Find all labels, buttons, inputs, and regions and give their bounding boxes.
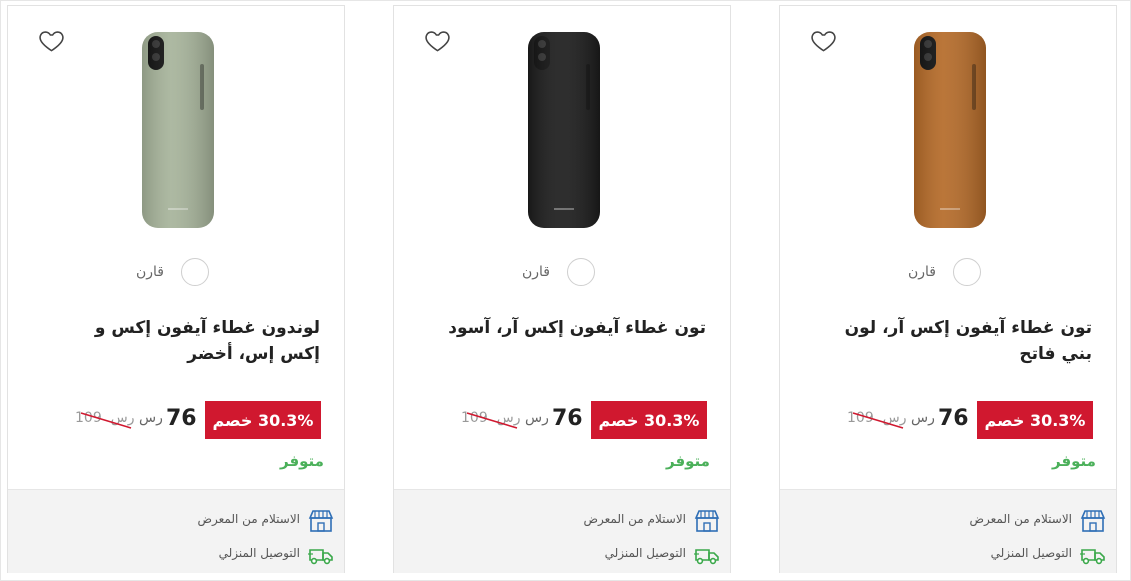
delivery-truck-icon	[1080, 542, 1106, 568]
wishlist-heart-icon[interactable]	[424, 27, 451, 54]
compare-toggle[interactable]: قارن	[394, 258, 730, 290]
store-icon	[1080, 508, 1106, 534]
phone-case-image	[914, 32, 986, 228]
product-price: 76	[552, 406, 583, 431]
product-card[interactable]: قارن تون غطاء آيفون إكس آر، آسود 30.3% خ…	[393, 5, 731, 573]
compare-checkbox[interactable]	[181, 258, 209, 286]
price-currency: رس	[139, 410, 163, 426]
product-image[interactable]	[118, 24, 238, 234]
product-title[interactable]: تون غطاء آيفون إكس آر، لون بني فاتح	[832, 315, 1092, 367]
phone-case-image	[528, 32, 600, 228]
price-currency: رس	[525, 410, 549, 426]
store-icon	[308, 508, 334, 534]
compare-checkbox[interactable]	[953, 258, 981, 286]
product-title[interactable]: تون غطاء آيفون إكس آر، آسود	[446, 315, 706, 341]
product-title[interactable]: لوندون غطاء آيفون إكس و إكس إس، أخضر	[60, 315, 320, 367]
availability-status: متوفر	[280, 452, 324, 470]
store-pickup-label: الاستلام من المعرض	[583, 512, 686, 526]
store-pickup-option: الاستلام من المعرض	[806, 508, 1106, 534]
compare-label: قارن	[136, 264, 164, 280]
old-price: رس 109	[847, 410, 907, 432]
compare-label: قارن	[522, 264, 550, 280]
discount-badge: 30.3% خصم	[205, 401, 321, 439]
fulfillment-options: الاستلام من المعرض التوصيل المنزلي	[394, 489, 730, 573]
product-image[interactable]	[504, 24, 624, 234]
store-pickup-label: الاستلام من المعرض	[197, 512, 300, 526]
compare-toggle[interactable]: قارن	[780, 258, 1116, 290]
store-pickup-label: الاستلام من المعرض	[969, 512, 1072, 526]
home-delivery-label: التوصيل المنزلي	[604, 546, 686, 560]
old-price: رس 109	[75, 410, 135, 432]
delivery-truck-icon	[694, 542, 720, 568]
strikethrough-line	[852, 412, 904, 429]
home-delivery-option: التوصيل المنزلي	[420, 542, 720, 568]
product-price: 76	[938, 406, 969, 431]
home-delivery-label: التوصيل المنزلي	[990, 546, 1072, 560]
strikethrough-line	[80, 412, 132, 429]
compare-checkbox[interactable]	[567, 258, 595, 286]
fulfillment-options: الاستلام من المعرض التوصيل المنزلي	[8, 489, 344, 573]
wishlist-heart-icon[interactable]	[38, 27, 65, 54]
old-price: رس 109	[461, 410, 521, 432]
phone-case-image	[142, 32, 214, 228]
home-delivery-label: التوصيل المنزلي	[218, 546, 300, 560]
store-pickup-option: الاستلام من المعرض	[34, 508, 334, 534]
store-pickup-option: الاستلام من المعرض	[420, 508, 720, 534]
home-delivery-option: التوصيل المنزلي	[806, 542, 1106, 568]
compare-toggle[interactable]: قارن	[8, 258, 344, 290]
delivery-truck-icon	[308, 542, 334, 568]
home-delivery-option: التوصيل المنزلي	[34, 542, 334, 568]
product-image[interactable]	[890, 24, 1010, 234]
compare-label: قارن	[908, 264, 936, 280]
fulfillment-options: الاستلام من المعرض التوصيل المنزلي	[780, 489, 1116, 573]
store-icon	[694, 508, 720, 534]
strikethrough-line	[466, 412, 518, 429]
availability-status: متوفر	[666, 452, 710, 470]
wishlist-heart-icon[interactable]	[810, 27, 837, 54]
availability-status: متوفر	[1052, 452, 1096, 470]
discount-badge: 30.3% خصم	[977, 401, 1093, 439]
product-card[interactable]: قارن تون غطاء آيفون إكس آر، لون بني فاتح…	[779, 5, 1117, 573]
discount-badge: 30.3% خصم	[591, 401, 707, 439]
product-card[interactable]: قارن لوندون غطاء آيفون إكس و إكس إس، أخض…	[7, 5, 345, 573]
price-currency: رس	[911, 410, 935, 426]
product-price: 76	[166, 406, 197, 431]
